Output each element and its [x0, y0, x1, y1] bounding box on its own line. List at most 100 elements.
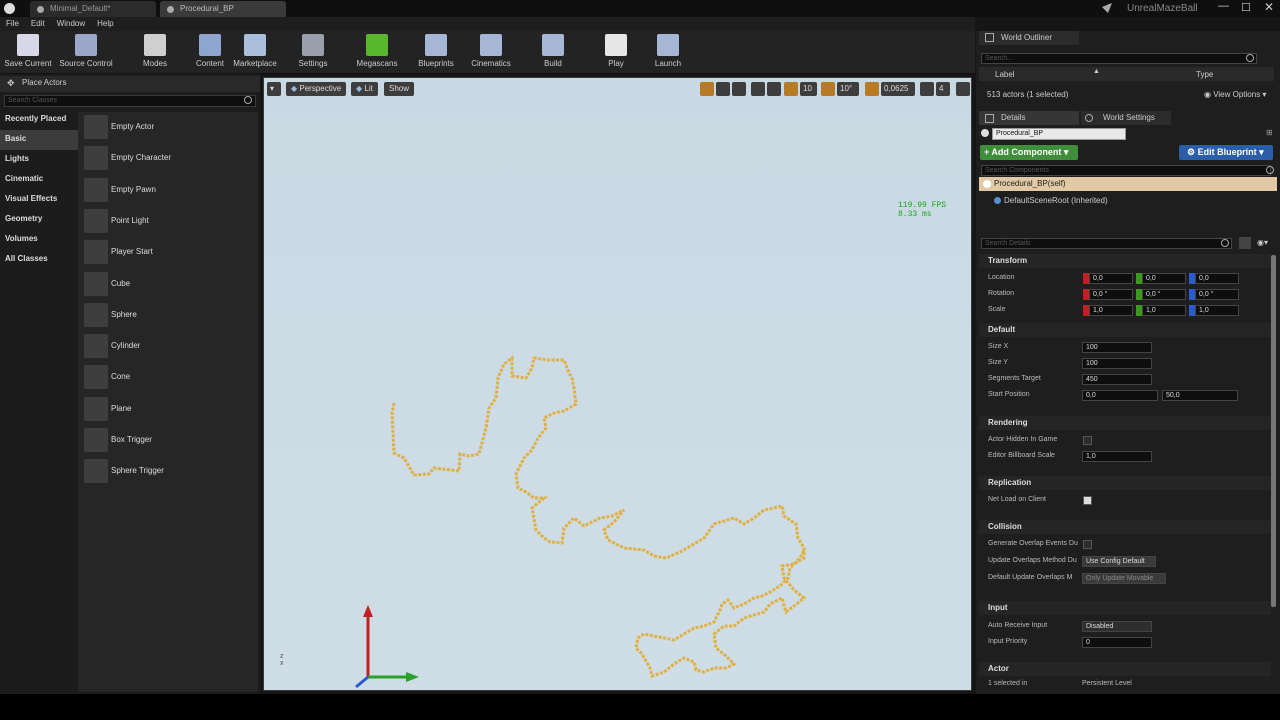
lock-icon[interactable]: ⊞: [1266, 128, 1273, 137]
rotation-label[interactable]: Rotation: [988, 290, 1014, 297]
rotation-y-field[interactable]: 0,0 °: [1142, 289, 1186, 300]
details-scrollbar[interactable]: [1271, 255, 1276, 607]
details-tab[interactable]: Details: [979, 111, 1079, 125]
settings-button[interactable]: Settings: [283, 34, 343, 68]
minimize-button[interactable]: —: [1218, 0, 1229, 12]
component-self-row[interactable]: Procedural_BP(self): [979, 177, 1277, 191]
play-button[interactable]: Play: [586, 34, 646, 68]
location-y-field[interactable]: 0,0: [1142, 273, 1186, 284]
edit-blueprint-button[interactable]: ⚙ Edit Blueprint ▾: [1179, 145, 1273, 160]
scale-label[interactable]: Scale: [988, 306, 1006, 313]
procedural-maze-path[interactable]: [264, 78, 973, 692]
category-volumes[interactable]: Volumes: [0, 230, 78, 250]
menu-edit[interactable]: Edit: [25, 17, 51, 28]
save-icon: [17, 34, 39, 56]
generate-overlap-checkbox[interactable]: [1083, 540, 1092, 549]
actor-item-point-light[interactable]: Point Light: [82, 207, 257, 235]
default-scene-root-row[interactable]: DefaultSceneRoot (Inherited): [1004, 196, 1108, 205]
start-position-x-field[interactable]: 0,0: [1082, 390, 1158, 401]
def_overlap-field[interactable]: Only Update Movable: [1082, 573, 1166, 584]
category-cinematic[interactable]: Cinematic: [0, 170, 78, 190]
menu-file[interactable]: File: [0, 17, 25, 28]
launch-button[interactable]: Launch: [638, 34, 698, 68]
add-component-button[interactable]: + Add Component ▾: [980, 145, 1078, 160]
actor-item-player-start[interactable]: Player Start: [82, 238, 257, 266]
upd_overlap-field[interactable]: Use Config Default: [1082, 556, 1156, 567]
actor-item-cylinder[interactable]: Cylinder: [82, 332, 257, 360]
input_priority-field[interactable]: 0: [1082, 637, 1152, 648]
maximize-button[interactable]: ☐: [1241, 1, 1251, 14]
segments-field[interactable]: 450: [1082, 374, 1152, 385]
actor-item-empty-pawn[interactable]: Empty Pawn: [82, 176, 257, 204]
section-transform[interactable]: Transform: [979, 254, 1271, 268]
actor-name-field[interactable]: Procedural_BP: [992, 128, 1126, 140]
blueprints-button[interactable]: Blueprints: [406, 34, 466, 68]
category-recently-placed[interactable]: Recently Placed: [0, 110, 78, 130]
category-visual-effects[interactable]: Visual Effects: [0, 190, 78, 210]
scale-z-field[interactable]: 1,0: [1195, 305, 1239, 316]
auto_input-field[interactable]: Disabled: [1082, 621, 1152, 632]
modes-button[interactable]: Modes: [125, 34, 185, 68]
category-all-classes[interactable]: All Classes: [0, 250, 78, 270]
location-z-field[interactable]: 0,0: [1195, 273, 1239, 284]
level-viewport[interactable]: ▾ ◆ Perspective ◆ Lit Show 10 10° 0,0625…: [263, 77, 972, 691]
actor-item-empty-actor[interactable]: Empty Actor: [82, 113, 257, 141]
search-components-input[interactable]: Search Components: [981, 165, 1271, 176]
section-rendering[interactable]: Rendering: [979, 416, 1271, 430]
start-position-y-field[interactable]: 50,0: [1162, 390, 1238, 401]
location-label[interactable]: Location: [988, 274, 1014, 281]
section-replication[interactable]: Replication: [979, 476, 1271, 490]
close-button[interactable]: ✕: [1264, 0, 1274, 14]
actor-item-cone[interactable]: Cone: [82, 363, 257, 391]
rotation-z-field[interactable]: 0,0 °: [1195, 289, 1239, 300]
actor-item-box-trigger[interactable]: Box Trigger: [82, 426, 257, 454]
type-column[interactable]: Type: [1196, 70, 1213, 79]
scale-y-field[interactable]: 1,0: [1142, 305, 1186, 316]
scale-x-field[interactable]: 1,0: [1089, 305, 1133, 316]
actor-label: Empty Actor: [111, 122, 155, 131]
size_y-label: Size Y: [988, 359, 1009, 366]
actor-item-sphere[interactable]: Sphere: [82, 301, 257, 329]
label-column[interactable]: Label: [995, 70, 1015, 79]
size_x-field[interactable]: 100: [1082, 342, 1152, 353]
search-icon: [1246, 54, 1254, 62]
rotation-x-field[interactable]: 0,0 °: [1089, 289, 1133, 300]
menu-help[interactable]: Help: [91, 17, 119, 28]
category-lights[interactable]: Lights: [0, 150, 78, 170]
world-settings-tab[interactable]: World Settings: [1081, 111, 1171, 125]
build-button[interactable]: Build: [523, 34, 583, 68]
save-current-button[interactable]: Save Current: [0, 34, 58, 68]
search-classes-input[interactable]: Search Classes: [4, 95, 256, 107]
start-position-label[interactable]: Start Position: [988, 391, 1030, 398]
category-basic[interactable]: Basic: [0, 130, 78, 150]
section-default[interactable]: Default: [979, 323, 1271, 337]
actor-hidden-checkbox[interactable]: [1083, 436, 1092, 445]
search-details-input[interactable]: Search Details: [981, 238, 1232, 249]
location-x-field[interactable]: 0,0: [1089, 273, 1133, 284]
persistent-level-value: Persistent Level: [1082, 680, 1132, 687]
world-outliner-tab[interactable]: World Outliner: [979, 31, 1079, 45]
notification-icon[interactable]: [1102, 3, 1112, 13]
category-geometry[interactable]: Geometry: [0, 210, 78, 230]
marketplace-button[interactable]: Marketplace: [225, 34, 285, 68]
megascans-button[interactable]: Megascans: [347, 34, 407, 68]
cinematics-button[interactable]: Cinematics: [461, 34, 521, 68]
actor-item-empty-character[interactable]: Empty Character: [82, 144, 257, 172]
actor-item-plane[interactable]: Plane: [82, 395, 257, 423]
section-input[interactable]: Input: [979, 601, 1271, 615]
property-matrix-icon[interactable]: [1239, 237, 1251, 249]
actor-item-sphere-trigger[interactable]: Sphere Trigger: [82, 457, 257, 485]
size_y-field[interactable]: 100: [1082, 358, 1152, 369]
actor-item-cube[interactable]: Cube: [82, 270, 257, 298]
view-options-button[interactable]: ◉ View Options ▾: [1204, 90, 1266, 99]
outliner-search-input[interactable]: Search...: [981, 53, 1257, 64]
section-collision[interactable]: Collision: [979, 520, 1271, 534]
tab-minimal-default[interactable]: Minimal_Default*: [30, 1, 156, 17]
tab-procedural-bp[interactable]: Procedural_BP: [160, 1, 286, 17]
net-load-checkbox[interactable]: [1083, 496, 1092, 505]
eye-icon[interactable]: ◉▾: [1257, 238, 1268, 247]
menu-window[interactable]: Window: [51, 17, 91, 28]
source-control-button[interactable]: Source Control: [56, 34, 116, 68]
section-actor[interactable]: Actor: [979, 662, 1271, 676]
billboard-field[interactable]: 1,0: [1082, 451, 1152, 462]
